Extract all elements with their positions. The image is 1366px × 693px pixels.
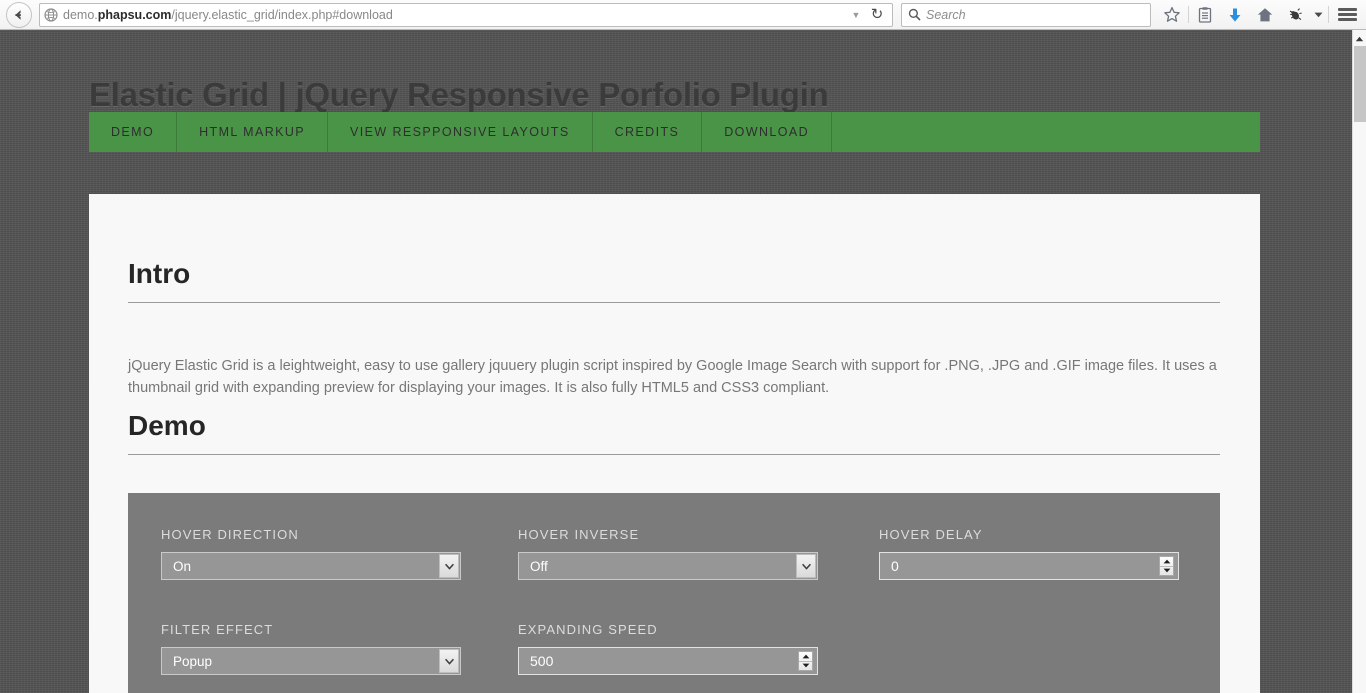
triangle-up-icon[interactable] (799, 652, 812, 661)
nav-item-view-responsive-layouts[interactable]: VIEW RESPPONSIVE LAYOUTS (328, 112, 593, 152)
main-nav: DEMO HTML MARKUP VIEW RESPPONSIVE LAYOUT… (89, 112, 1260, 152)
hover-inverse-select[interactable]: Off (518, 552, 818, 580)
chevron-down-icon[interactable] (439, 554, 459, 578)
download-arrow-icon[interactable] (1220, 2, 1250, 28)
search-icon (902, 8, 926, 21)
star-icon[interactable] (1157, 2, 1187, 28)
scrollbar-thumb[interactable] (1354, 46, 1366, 122)
page-title: Elastic Grid | jQuery Responsive Porfoli… (89, 76, 829, 114)
url-text[interactable]: demo.phapsu.com/jquery.elastic_grid/inde… (62, 4, 846, 26)
url-bar[interactable]: demo.phapsu.com/jquery.elastic_grid/inde… (39, 2, 893, 27)
nav-filler (832, 112, 1260, 152)
control-expanding-speed: EXPANDING SPEED 500 (518, 622, 818, 675)
back-button[interactable] (6, 1, 32, 28)
hover-delay-label: HOVER DELAY (879, 527, 983, 542)
hover-direction-select[interactable]: On (161, 552, 461, 580)
reload-icon[interactable]: ↻ (866, 7, 888, 22)
chevron-down-icon[interactable] (439, 649, 459, 673)
hamburger-menu-icon[interactable] (1330, 2, 1364, 28)
hover-inverse-value: Off (530, 558, 548, 574)
browser-toolbar: demo.phapsu.com/jquery.elastic_grid/inde… (0, 0, 1366, 30)
url-bar-actions: ▼ ↻ (846, 7, 892, 22)
url-history-dropdown-icon[interactable]: ▼ (846, 10, 866, 20)
demo-section-header: Demo (128, 410, 1220, 455)
page-viewport: Elastic Grid | jQuery Responsive Porfoli… (0, 30, 1352, 693)
control-hover-delay: HOVER DELAY 0 (879, 527, 1179, 580)
intro-section-header: Intro (128, 258, 1220, 303)
expanding-speed-input[interactable]: 500 (518, 647, 818, 675)
page-scrollbar[interactable] (1352, 30, 1366, 693)
control-hover-inverse: HOVER INVERSE Off (518, 527, 818, 580)
chevron-down-icon[interactable] (1310, 2, 1327, 28)
intro-heading: Intro (128, 258, 1220, 303)
home-icon[interactable] (1250, 2, 1280, 28)
hover-delay-stepper[interactable] (1159, 556, 1174, 576)
addon-bug-icon[interactable] (1280, 2, 1310, 28)
control-filter-effect: FILTER EFFECT Popup (161, 622, 461, 675)
toolbar-icons (1151, 2, 1366, 28)
expanding-speed-stepper[interactable] (798, 651, 813, 671)
triangle-down-icon[interactable] (799, 661, 812, 670)
hover-delay-input[interactable]: 0 (879, 552, 1179, 580)
expanding-speed-value: 500 (530, 653, 554, 669)
nav-item-credits[interactable]: CREDITS (593, 112, 703, 152)
back-arrow-icon (11, 7, 27, 23)
triangle-up-icon (1355, 29, 1364, 47)
filter-effect-label: FILTER EFFECT (161, 622, 274, 637)
hover-direction-value: On (173, 558, 192, 574)
search-input[interactable]: Search (926, 4, 966, 26)
nav-item-html-markup[interactable]: HTML MARKUP (177, 112, 329, 152)
scrollbar-up-button[interactable] (1353, 30, 1366, 45)
nav-item-download[interactable]: DOWNLOAD (702, 112, 833, 152)
control-hover-direction: HOVER DIRECTION On (161, 527, 461, 580)
demo-controls-panel: HOVER DIRECTION On HOVER INVERSE Off HOV… (128, 493, 1220, 693)
intro-paragraph: jQuery Elastic Grid is a leightweight, e… (128, 357, 1217, 396)
hover-delay-value: 0 (891, 558, 899, 574)
hover-inverse-label: HOVER INVERSE (518, 527, 640, 542)
chevron-down-icon[interactable] (796, 554, 816, 578)
hover-direction-label: HOVER DIRECTION (161, 527, 299, 542)
content-card: Intro jQuery Elastic Grid is a leightwei… (89, 194, 1260, 693)
globe-icon[interactable] (40, 7, 62, 22)
filter-effect-select[interactable]: Popup (161, 647, 461, 675)
toolbar-divider-2 (1328, 6, 1329, 23)
toolbar-divider (1188, 6, 1189, 23)
demo-heading: Demo (128, 410, 1220, 455)
reading-list-icon[interactable] (1190, 2, 1220, 28)
search-bar[interactable]: Search (901, 2, 1151, 27)
filter-effect-value: Popup (173, 653, 213, 669)
triangle-down-icon[interactable] (1160, 566, 1173, 575)
expanding-speed-label: EXPANDING SPEED (518, 622, 658, 637)
triangle-up-icon[interactable] (1160, 557, 1173, 566)
nav-item-demo[interactable]: DEMO (89, 112, 178, 152)
